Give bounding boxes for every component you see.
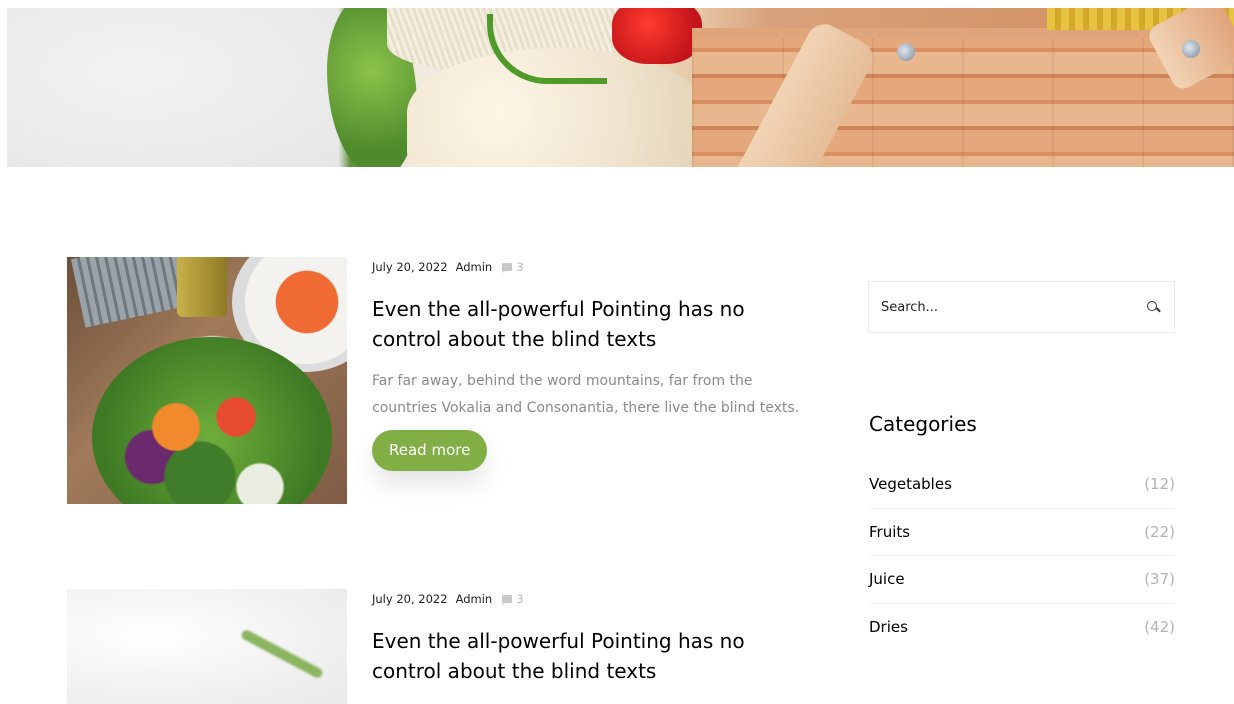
category-item-vegetables[interactable]: Vegetables (12) <box>869 461 1175 509</box>
post-author-link[interactable]: Admin <box>456 592 493 606</box>
post-meta: July 20, 2022 Admin 3 <box>372 257 812 277</box>
search-icon[interactable] <box>1146 300 1160 314</box>
search-form <box>868 281 1175 333</box>
post-body: July 20, 2022 Admin 3 Even the all-power… <box>372 589 812 686</box>
post-date-link[interactable]: July 20, 2022 <box>372 260 448 274</box>
read-more-button[interactable]: Read more <box>372 430 488 471</box>
post-excerpt: Far far away, behind the word mountains,… <box>372 373 800 416</box>
categories-heading: Categories <box>869 412 977 436</box>
post-thumbnail[interactable] <box>67 257 347 504</box>
post-thumbnail[interactable] <box>67 589 347 704</box>
post-date-link[interactable]: July 20, 2022 <box>372 592 448 606</box>
post-author-link[interactable]: Admin <box>456 260 493 274</box>
category-count: (22) <box>1144 522 1175 541</box>
post-title-link[interactable]: Even the all-powerful Pointing has no co… <box>372 294 792 354</box>
category-label: Juice <box>869 570 905 589</box>
category-item-fruits[interactable]: Fruits (22) <box>869 509 1175 556</box>
category-label: Fruits <box>869 522 911 541</box>
comment-count: 3 <box>516 592 524 606</box>
category-label: Dries <box>869 618 908 637</box>
post-meta: July 20, 2022 Admin 3 <box>372 589 812 609</box>
category-count: (12) <box>1144 475 1175 494</box>
categories-list: Vegetables (12) Fruits (22) Juice (37) D… <box>869 461 1175 651</box>
search-input[interactable] <box>881 299 1146 315</box>
comment-count-link[interactable]: 3 <box>502 592 524 606</box>
hero-banner-image <box>7 8 1234 167</box>
comment-icon <box>502 263 513 273</box>
category-item-dries[interactable]: Dries (42) <box>869 604 1175 652</box>
category-item-juice[interactable]: Juice (37) <box>869 556 1175 604</box>
comment-icon <box>502 595 513 605</box>
comment-count-link[interactable]: 3 <box>502 260 524 274</box>
category-count: (42) <box>1144 618 1175 637</box>
post-body: July 20, 2022 Admin 3 Even the all-power… <box>372 257 812 471</box>
category-count: (37) <box>1144 570 1175 589</box>
comment-count: 3 <box>516 260 524 274</box>
post-title-link[interactable]: Even the all-powerful Pointing has no co… <box>372 626 792 686</box>
category-label: Vegetables <box>869 475 952 494</box>
